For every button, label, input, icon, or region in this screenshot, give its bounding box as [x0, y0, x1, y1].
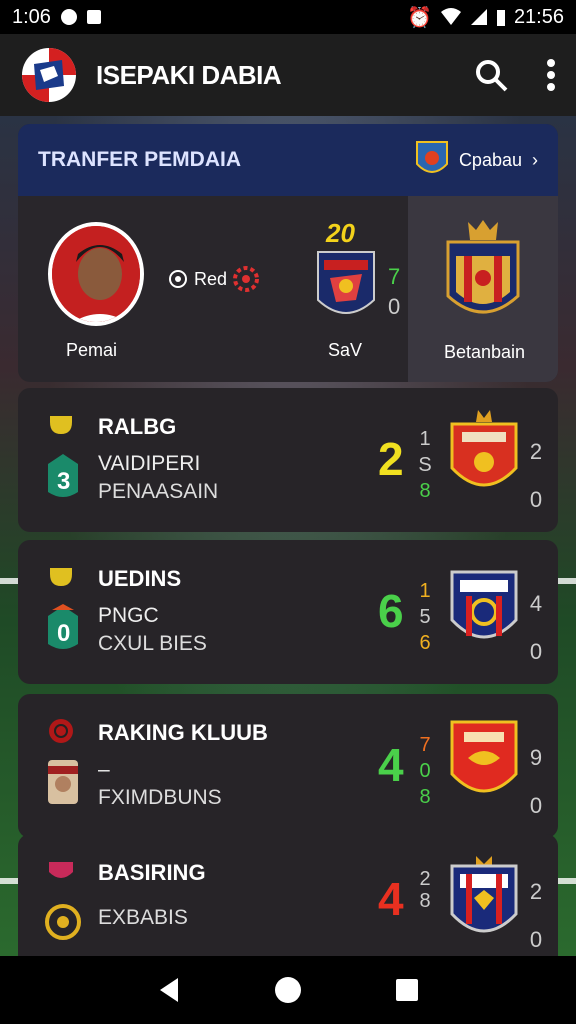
- app-bar: ISEPAKI DABIA: [0, 34, 576, 116]
- coin-badge-icon: [45, 904, 81, 940]
- big-score: 4: [378, 739, 404, 791]
- score-digit: 2: [419, 868, 431, 890]
- big-score: 6: [378, 585, 404, 637]
- score-column: 7 0 8: [418, 732, 432, 810]
- side-number-top: 7: [388, 264, 401, 289]
- match-line2: EXBABIS: [98, 906, 188, 929]
- at-icon: [169, 270, 187, 288]
- score-digit: 7: [419, 734, 431, 756]
- match-line1: –: [98, 758, 110, 781]
- match-title: RALBG: [98, 414, 177, 439]
- wifi-icon: [440, 8, 461, 25]
- final-score-top: 2: [529, 879, 543, 904]
- manager-avatar-icon: [48, 760, 78, 804]
- score-digit: 1: [419, 580, 431, 602]
- club-label[interactable]: Cpabau: [459, 150, 522, 171]
- club-crest-small-icon: [49, 719, 73, 743]
- final-score-top: 9: [529, 745, 543, 770]
- search-icon[interactable]: [474, 58, 508, 92]
- match-title: BASIRING: [98, 860, 206, 885]
- jersey-number: 0: [57, 620, 71, 647]
- final-score-top: 2: [529, 439, 543, 464]
- status-time-right: 21:56: [513, 5, 564, 28]
- back-icon[interactable]: [156, 976, 182, 1004]
- club-crest-icon: [450, 410, 518, 487]
- match-card[interactable]: RALBG 3 VAIDIPERI PENAASAIN 2 1 S 8 2 0: [18, 388, 558, 532]
- score-digit: S: [418, 454, 432, 476]
- app-title: ISEPAKI DABIA: [96, 59, 282, 90]
- gear-icon: [233, 266, 260, 292]
- match-card[interactable]: BASIRING EXBABIS 4 2 8 2 0: [18, 834, 558, 956]
- final-scores: 2 0: [528, 868, 544, 964]
- final-score-top: 4: [529, 591, 543, 616]
- player-name: Pemai: [66, 340, 118, 360]
- destination-club-label: Betanbain: [444, 342, 526, 362]
- trophy-icon: [50, 568, 72, 586]
- signal-icon: [470, 9, 487, 25]
- match-line2: FXIMDBUNS: [98, 786, 222, 809]
- match-line1: VAIDIPERI: [98, 452, 201, 475]
- match-title: UEDINS: [98, 566, 182, 591]
- match-title: RAKING KLUUB: [98, 720, 268, 745]
- score-digit: 0: [419, 760, 431, 782]
- player-photo: [52, 226, 140, 322]
- club-crest-small-icon: [49, 862, 73, 878]
- transfer-title: TRANFER PEMDAIA: [38, 148, 241, 171]
- score-column: 2 8: [418, 868, 432, 912]
- score-digit: 5: [419, 606, 431, 628]
- final-score-bottom: 0: [529, 793, 543, 818]
- notification-square-icon: [86, 10, 101, 24]
- final-scores: 9 0: [528, 734, 544, 830]
- alarm-icon: ⏰: [407, 6, 432, 29]
- score-digit: 8: [419, 480, 431, 502]
- match-line2: PENAASAIN: [98, 480, 219, 503]
- match-card[interactable]: RAKING KLUUB – FXIMDBUNS 4 7 0 8 9 0: [18, 694, 558, 838]
- club-crest-icon: [450, 720, 518, 793]
- destination-club[interactable]: Betanbain: [408, 196, 558, 382]
- score-digit: 8: [419, 786, 431, 808]
- trophy-icon: [50, 416, 72, 434]
- score-digit: 1: [419, 428, 431, 450]
- club-crest-icon: [446, 220, 520, 314]
- player-avatar[interactable]: [48, 222, 144, 326]
- home-icon[interactable]: [273, 975, 303, 1005]
- big-score: 2: [378, 433, 404, 485]
- final-scores: 2 0: [528, 428, 544, 524]
- side-number-bottom: 0: [388, 294, 401, 319]
- jersey-number: 3: [57, 468, 71, 495]
- status-bar: 1:06 ⏰ 21:56: [0, 0, 576, 34]
- transfer-panel[interactable]: TRANFER PEMDAIA Cpabau › Pemai Red 20 7 …: [18, 124, 558, 382]
- mid-label: SaV: [328, 340, 363, 360]
- final-score-bottom: 0: [529, 487, 543, 512]
- club-crest-icon: [450, 570, 518, 639]
- score-column: 1 S 8: [418, 426, 432, 504]
- side-numbers: 7 0: [388, 262, 400, 322]
- big-score: 4: [378, 873, 404, 925]
- score-digit: 6: [419, 632, 431, 654]
- system-nav-bar: [0, 956, 576, 1024]
- red-tag-label: Red: [194, 268, 228, 289]
- chevron-right-icon[interactable]: ›: [532, 150, 538, 171]
- final-score-bottom: 0: [529, 639, 543, 664]
- score-digit: 8: [419, 890, 431, 912]
- club-crest-icon: [450, 856, 518, 933]
- club-crest-icon: [317, 251, 375, 314]
- score-column: 1 5 6: [418, 578, 432, 656]
- status-time-left: 1:06: [12, 5, 51, 28]
- final-scores: 4 0: [528, 580, 544, 676]
- red-tag: Red: [168, 266, 260, 292]
- match-line2: CXUL BIES: [98, 632, 207, 655]
- recents-icon[interactable]: [394, 977, 420, 1003]
- app-logo-icon[interactable]: [20, 46, 78, 104]
- match-score: 20: [326, 218, 355, 248]
- notification-icon: [60, 9, 77, 25]
- match-card[interactable]: UEDINS 0 PNGC CXUL BIES 6 1 5 6 4 0: [18, 540, 558, 684]
- transfer-header: TRANFER PEMDAIA Cpabau ›: [18, 124, 558, 196]
- match-line1: PNGC: [98, 604, 159, 627]
- club-crest-icon: [415, 141, 448, 173]
- battery-icon: [496, 10, 505, 26]
- more-options-icon[interactable]: [546, 58, 556, 92]
